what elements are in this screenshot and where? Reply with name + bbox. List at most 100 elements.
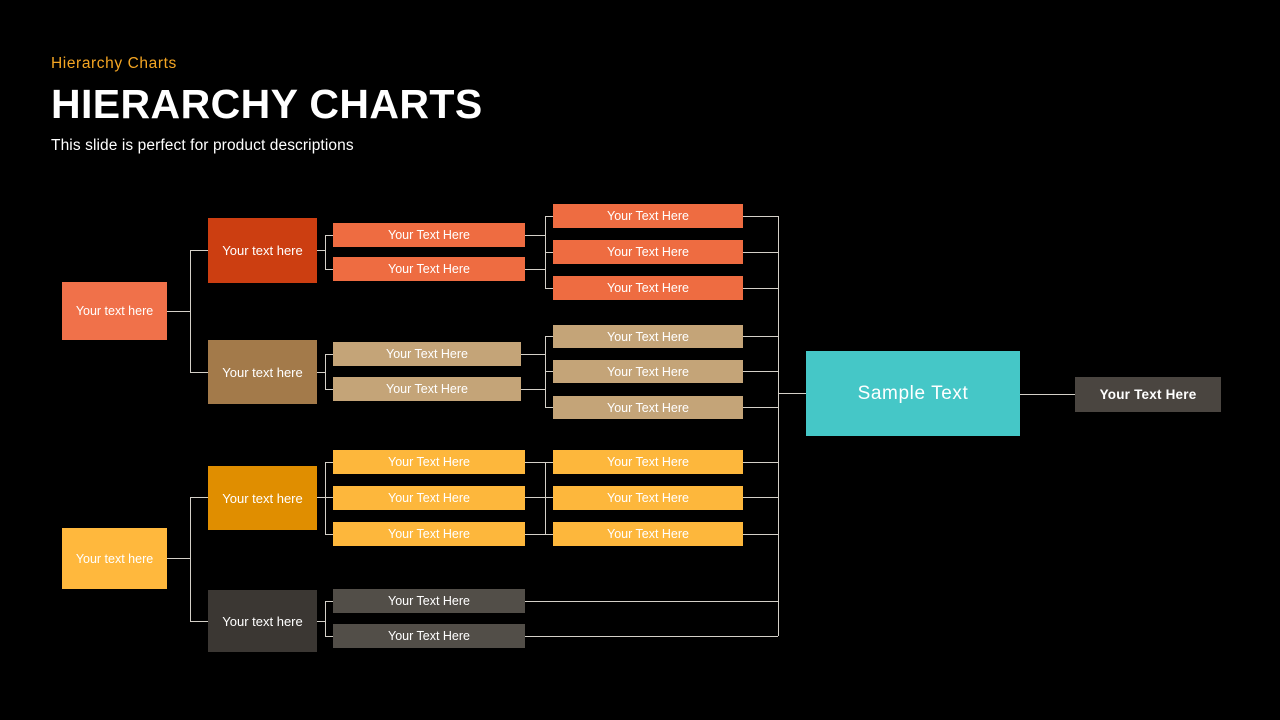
- connector-red-lvl3-in-2: [325, 269, 333, 270]
- connector-root-bottom-bracket: [190, 497, 191, 621]
- connector-bus-to-center: [778, 393, 806, 394]
- connector-brown-lvl4-in-1: [545, 336, 553, 337]
- connector-red-lvl3-in-1: [325, 235, 333, 236]
- connector-main-bus: [778, 216, 779, 636]
- connector-amber-lvl3-out-2: [525, 497, 545, 498]
- branch-brown-lvl4-label-3: Your Text Here: [607, 400, 689, 415]
- connector-center-to-tail: [1020, 394, 1075, 395]
- connector-brown-bus-1: [743, 336, 778, 337]
- branch-gray-lvl2-node[interactable]: Your text here: [208, 590, 317, 652]
- connector-root-top-to-brown: [190, 372, 208, 373]
- connector-gray-lvl3-in-1: [325, 601, 333, 602]
- connector-gray-lvl2-bracket: [325, 601, 326, 636]
- branch-amber-lvl4-node-3[interactable]: Your Text Here: [553, 522, 743, 546]
- root-node-top-label: Your text here: [75, 304, 154, 318]
- branch-brown-lvl3-label-2: Your Text Here: [386, 382, 468, 396]
- branch-amber-lvl4-label-3: Your Text Here: [607, 527, 689, 541]
- branch-amber-lvl3-node-3[interactable]: Your Text Here: [333, 522, 525, 546]
- branch-red-lvl3-node-2[interactable]: Your Text Here: [333, 257, 525, 281]
- branch-brown-lvl3-node-2[interactable]: Your Text Here: [333, 377, 521, 401]
- connector-amber-lvl3-in-3: [325, 534, 333, 535]
- branch-red-lvl3-node-1[interactable]: Your Text Here: [333, 223, 525, 247]
- connector-root-top-to-red: [190, 250, 208, 251]
- connector-red-lvl4-in-1: [545, 216, 553, 217]
- center-node[interactable]: Sample Text: [806, 351, 1020, 436]
- branch-brown-lvl4-label-1: Your Text Here: [607, 329, 689, 344]
- branch-brown-lvl2-label: Your text here: [222, 364, 303, 380]
- root-node-bottom[interactable]: Your text here: [62, 528, 167, 589]
- branch-brown-lvl4-node-3[interactable]: Your Text Here: [553, 396, 743, 419]
- branch-brown-lvl4-node-2[interactable]: Your Text Here: [553, 360, 743, 383]
- page-subtitle: This slide is perfect for product descri…: [51, 136, 354, 154]
- connector-brown-lvl3-in-1: [325, 354, 333, 355]
- branch-red-lvl4-node-1[interactable]: Your Text Here: [553, 204, 743, 228]
- branch-red-lvl3-label-1: Your Text Here: [388, 228, 470, 242]
- connector-amber-bus-2: [743, 497, 778, 498]
- connector-red-lvl2-bracket: [325, 235, 326, 269]
- branch-amber-lvl4-label-2: Your Text Here: [607, 491, 689, 505]
- connector-red-lvl3-out-2: [525, 269, 545, 270]
- branch-amber-lvl3-label-1: Your Text Here: [388, 455, 470, 469]
- eyebrow-label: Hierarchy Charts: [51, 55, 177, 72]
- connector-red-lvl4-in-2: [545, 252, 553, 253]
- connector-amber-lvl2-bracket: [325, 462, 326, 534]
- connector-brown-bus-3: [743, 407, 778, 408]
- branch-amber-lvl3-node-1[interactable]: Your Text Here: [333, 450, 525, 474]
- branch-brown-lvl4-node-1[interactable]: Your Text Here: [553, 325, 743, 348]
- connector-amber-lvl4-bracket: [545, 462, 546, 534]
- connector-brown-bus-2: [743, 371, 778, 372]
- connector-gray-bus-2: [525, 636, 778, 637]
- branch-gray-lvl3-node-2[interactable]: Your Text Here: [333, 624, 525, 648]
- branch-amber-lvl2-label: Your text here: [222, 490, 303, 506]
- branch-red-lvl3-label-2: Your Text Here: [388, 262, 470, 276]
- branch-red-lvl2-node[interactable]: Your text here: [208, 218, 317, 283]
- branch-brown-lvl2-node[interactable]: Your text here: [208, 340, 317, 404]
- branch-brown-lvl3-node-1[interactable]: Your Text Here: [333, 342, 521, 366]
- connector-brown-lvl2-out: [317, 372, 325, 373]
- connector-brown-lvl4-in-2: [545, 371, 553, 372]
- branch-brown-lvl4-label-2: Your Text Here: [607, 364, 689, 379]
- connector-red-bus-1: [743, 216, 778, 217]
- branch-amber-lvl2-node[interactable]: Your text here: [208, 466, 317, 530]
- connector-gray-lvl2-out: [317, 621, 325, 622]
- slide-header: Hierarchy Charts HIERARCHY CHARTS This s…: [51, 56, 483, 153]
- connector-brown-lvl2-bracket: [325, 354, 326, 389]
- branch-gray-lvl3-node-1[interactable]: Your Text Here: [333, 589, 525, 613]
- branch-amber-lvl4-node-1[interactable]: Your Text Here: [553, 450, 743, 474]
- branch-red-lvl4-node-2[interactable]: Your Text Here: [553, 240, 743, 264]
- branch-red-lvl4-label-1: Your Text Here: [607, 209, 689, 223]
- branch-amber-lvl3-node-2[interactable]: Your Text Here: [333, 486, 525, 510]
- page-title: HIERARCHY CHARTS: [51, 80, 483, 127]
- connector-amber-lvl4-in-1: [545, 462, 553, 463]
- branch-gray-lvl3-label-1: Your Text Here: [388, 594, 470, 608]
- connector-red-bus-3: [743, 288, 778, 289]
- branch-amber-lvl3-label-3: Your Text Here: [388, 527, 470, 541]
- connector-amber-lvl4-in-3: [545, 534, 553, 535]
- root-node-top[interactable]: Your text here: [62, 282, 167, 340]
- connector-root-bottom-out: [167, 558, 190, 559]
- branch-brown-lvl3-label-1: Your Text Here: [386, 347, 468, 361]
- connector-amber-lvl3-in-2: [325, 497, 333, 498]
- connector-brown-lvl3-in-2: [325, 389, 333, 390]
- connector-amber-lvl3-in-1: [325, 462, 333, 463]
- tail-node-label: Your Text Here: [1099, 387, 1197, 402]
- branch-red-lvl4-label-2: Your Text Here: [607, 245, 689, 259]
- connector-red-lvl2-out: [317, 250, 325, 251]
- tail-node[interactable]: Your Text Here: [1075, 377, 1221, 412]
- connector-root-top-out: [167, 311, 190, 312]
- connector-amber-lvl3-out-1: [525, 462, 545, 463]
- slide-canvas: Hierarchy Charts HIERARCHY CHARTS This s…: [0, 0, 1280, 720]
- connector-red-lvl4-in-3: [545, 288, 553, 289]
- connector-red-bus-2: [743, 252, 778, 253]
- connector-amber-lvl4-in-2: [545, 497, 553, 498]
- branch-amber-lvl3-label-2: Your Text Here: [388, 491, 470, 505]
- branch-red-lvl2-label: Your text here: [222, 243, 303, 258]
- connector-root-top-bracket: [190, 250, 191, 372]
- branch-amber-lvl4-node-2[interactable]: Your Text Here: [553, 486, 743, 510]
- connector-amber-lvl3-out-3: [525, 534, 545, 535]
- branch-red-lvl4-node-3[interactable]: Your Text Here: [553, 276, 743, 300]
- branch-gray-lvl3-label-2: Your Text Here: [388, 629, 470, 643]
- connector-amber-lvl2-out: [317, 497, 325, 498]
- connector-gray-lvl3-in-2: [325, 636, 333, 637]
- connector-amber-bus-3: [743, 534, 778, 535]
